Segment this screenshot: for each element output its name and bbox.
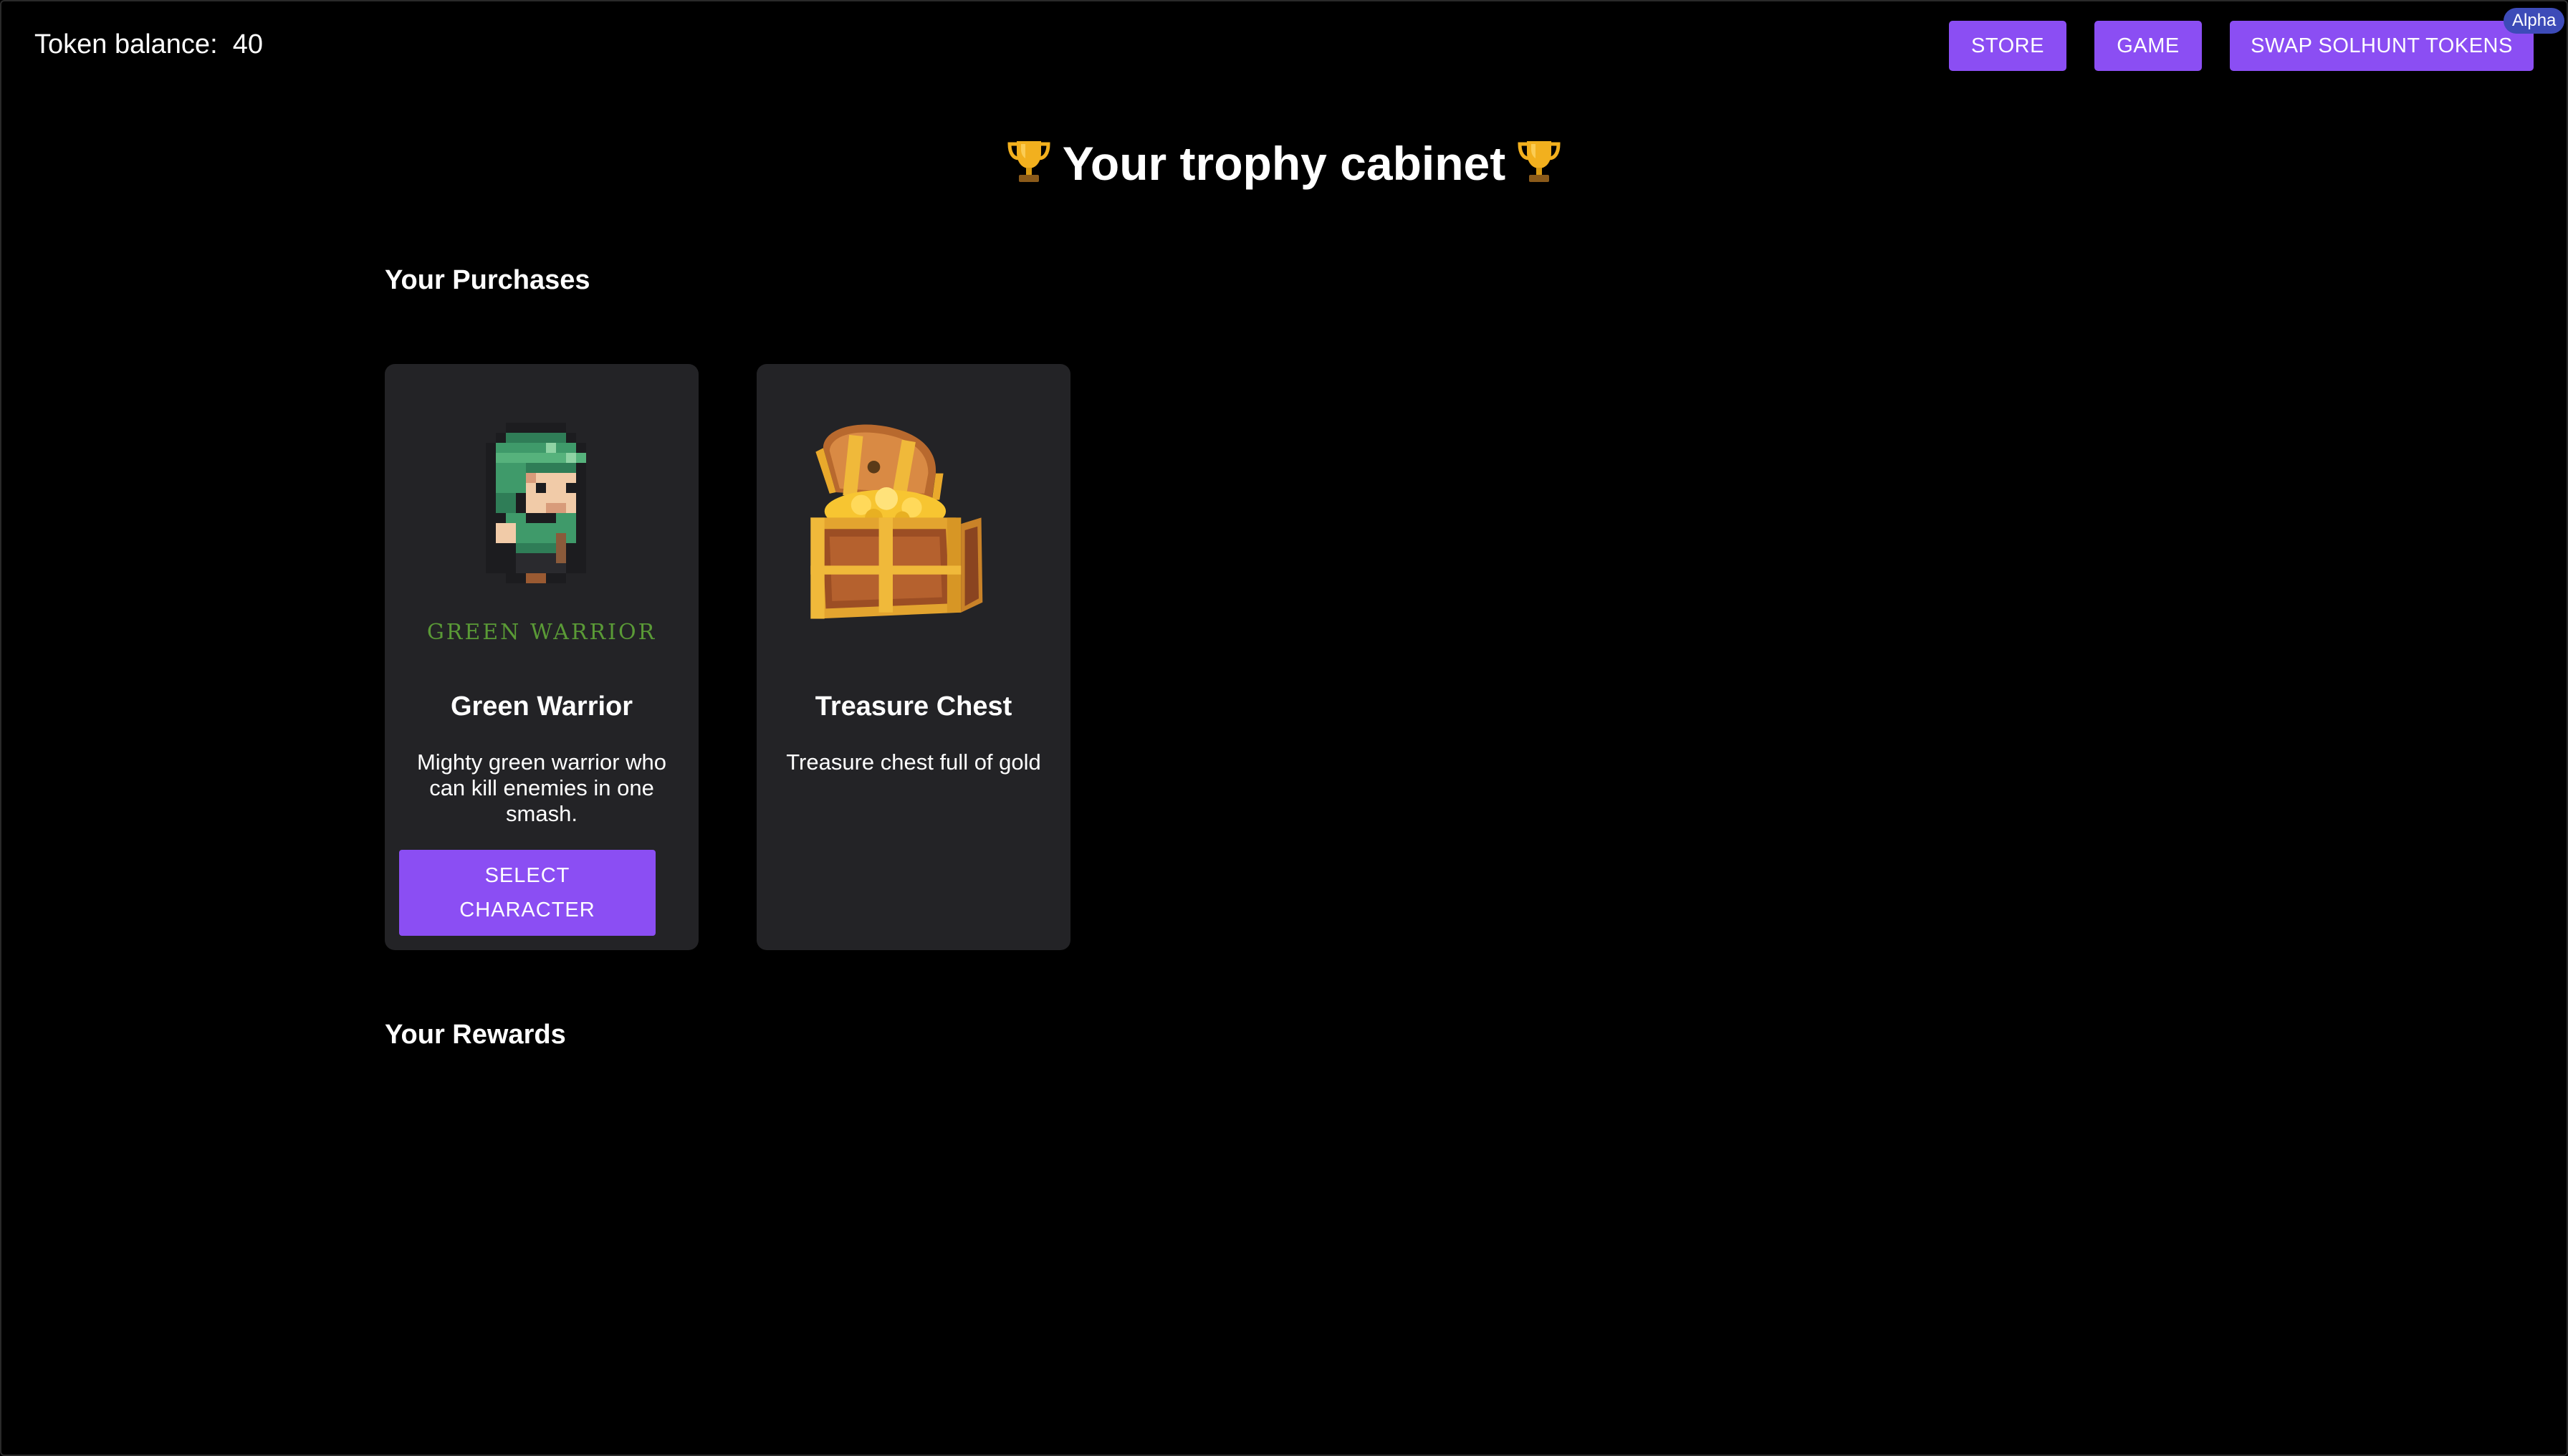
green-warrior-image-caption: GREEN WARRIOR: [427, 620, 656, 645]
token-balance-label: Token balance:: [34, 29, 218, 59]
purchase-card-treasure-chest: Treasure Chest Treasure chest full of go…: [757, 364, 1070, 950]
rewards-heading: Your Rewards: [385, 1020, 566, 1050]
card-description: Mighty green warrior who can kill enemie…: [416, 749, 667, 826]
trophy-icon: [1007, 137, 1051, 184]
card-title: Treasure Chest: [815, 691, 1012, 722]
purchases-heading: Your Purchases: [385, 265, 590, 295]
store-button[interactable]: STORE: [1949, 21, 2066, 71]
select-character-button[interactable]: SELECT CHARACTER: [399, 850, 656, 936]
game-button[interactable]: GAME: [2094, 21, 2202, 71]
page-title: Your trophy cabinet: [0, 135, 2568, 192]
card-description: Treasure chest full of gold: [786, 749, 1041, 775]
swap-tokens-button[interactable]: SWAP SOLHUNT TOKENS: [2230, 21, 2534, 71]
green-warrior-image: GREEN WARRIOR: [427, 423, 656, 645]
token-balance: Token balance: 40: [34, 27, 263, 62]
token-balance-value: 40: [232, 29, 264, 59]
trophy-icon: [1517, 137, 1561, 184]
card-title: Green Warrior: [450, 691, 633, 722]
page-title-text: Your trophy cabinet: [1062, 137, 1506, 190]
alpha-badge: Alpha: [2504, 8, 2565, 34]
purchase-card-green-warrior: GREEN WARRIOR Green Warrior Mighty green…: [385, 364, 699, 950]
treasure-chest-image: [810, 424, 983, 619]
